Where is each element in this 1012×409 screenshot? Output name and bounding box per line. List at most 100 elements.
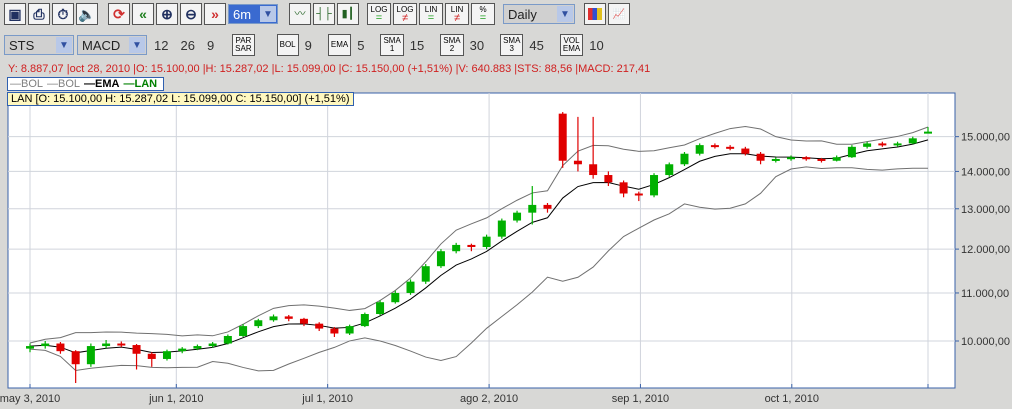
legend-item: —BOL	[47, 78, 80, 90]
legend-swatch: —	[84, 78, 96, 90]
candle-body	[56, 343, 65, 352]
legend-swatch: —	[123, 78, 135, 90]
candle-body	[315, 323, 324, 329]
candle-body	[299, 318, 308, 324]
candle[interactable]	[223, 334, 232, 345]
candle-body	[619, 182, 628, 194]
candle-body	[497, 220, 506, 237]
legend-label: BOL	[21, 78, 44, 90]
candle-body	[102, 343, 111, 347]
candle-body	[239, 326, 248, 336]
plot-area	[7, 92, 956, 389]
candle[interactable]	[650, 173, 659, 198]
candle-body	[771, 158, 780, 161]
x-tick-label: jul 1, 2010	[301, 393, 353, 405]
candle-body	[284, 316, 293, 319]
candle-body	[924, 131, 932, 134]
candle-body	[406, 281, 415, 293]
candle[interactable]	[482, 234, 491, 250]
x-tick-label: sep 1, 2010	[612, 393, 670, 405]
candle[interactable]	[406, 279, 415, 295]
legend-item: —LAN	[123, 78, 157, 90]
x-tick-label: may 3, 2010	[0, 393, 60, 405]
candle-body	[589, 164, 598, 176]
candle[interactable]	[360, 312, 369, 328]
candle[interactable]	[345, 324, 354, 335]
x-tick-label: ago 2, 2010	[460, 393, 518, 405]
y-tick-label: 15.000,00	[961, 132, 1010, 144]
candle-body	[558, 113, 567, 161]
candle-body	[360, 314, 369, 327]
y-tick-label: 14.000,00	[961, 166, 1010, 178]
chart-legend: —BOL —BOL —EMA —LAN	[7, 77, 165, 91]
legend-swatch: —	[47, 78, 59, 90]
candle-body	[893, 143, 902, 146]
candle-body	[787, 157, 796, 160]
y-tick-label: 12.000,00	[961, 244, 1010, 256]
candle-body	[147, 353, 156, 359]
candle-body	[665, 164, 674, 176]
legend-label: EMA	[95, 78, 120, 90]
candle-body	[162, 351, 171, 359]
candle-body	[634, 193, 643, 196]
candle-body	[528, 204, 537, 213]
candle-body	[71, 351, 80, 365]
candle-body	[345, 326, 354, 334]
candle[interactable]	[680, 151, 689, 167]
price-chart[interactable]: 10.000,00 11.000,00 12.000,00 13.000,00 14.0…	[0, 0, 1012, 409]
candle[interactable]	[436, 249, 445, 268]
candle-body	[421, 266, 430, 282]
candle[interactable]	[665, 162, 674, 177]
candle-body	[269, 316, 278, 321]
candle-body	[193, 346, 202, 349]
candle[interactable]	[695, 143, 704, 156]
ohlc-tooltip: LAN [O: 15.100,00 H: 15.287,02 L: 15.099…	[7, 92, 354, 106]
candle-body	[117, 343, 126, 346]
candle-body	[178, 348, 187, 352]
candle-body	[863, 143, 872, 147]
candle-body	[513, 212, 522, 221]
candle-body	[650, 175, 659, 196]
legend-item: —BOL	[10, 78, 43, 90]
candle[interactable]	[86, 343, 95, 367]
y-tick-label: 10.000,00	[961, 336, 1010, 348]
candle-body	[208, 343, 217, 347]
candle-body	[604, 175, 613, 183]
candle-body	[467, 244, 476, 248]
candle-body	[86, 346, 95, 365]
candle[interactable]	[421, 264, 430, 284]
candle-body	[452, 244, 461, 252]
candle-body	[330, 328, 339, 334]
candle-body	[376, 302, 385, 315]
candle-body	[543, 204, 552, 209]
candle[interactable]	[847, 145, 856, 158]
candle-body	[756, 153, 765, 161]
candle-body	[573, 160, 582, 165]
candle-body	[832, 157, 841, 161]
candle-body	[254, 320, 263, 327]
candle-body	[847, 146, 856, 158]
candle-body	[26, 346, 34, 349]
candle-body	[802, 157, 811, 160]
candle-body	[680, 153, 689, 165]
legend-item: —EMA	[84, 78, 119, 90]
candle-body	[132, 345, 141, 354]
candle-body	[741, 148, 750, 154]
y-tick-label: 13.000,00	[961, 204, 1010, 216]
legend-label: BOL	[58, 78, 81, 90]
candle-body	[482, 236, 491, 248]
candle-body	[223, 335, 232, 344]
legend-label: LAN	[134, 78, 158, 90]
candle-body	[817, 158, 826, 161]
candle[interactable]	[376, 300, 385, 316]
candle-body	[878, 143, 887, 146]
candle-body	[391, 292, 400, 303]
x-tick-label: jun 1, 2010	[148, 393, 203, 405]
y-tick-label: 11.000,00	[961, 288, 1009, 300]
candle-body	[908, 138, 917, 144]
candle[interactable]	[497, 218, 506, 239]
candle-body	[710, 145, 719, 148]
legend-swatch: —	[10, 78, 21, 90]
candle[interactable]	[162, 349, 171, 361]
candle[interactable]	[558, 112, 567, 168]
